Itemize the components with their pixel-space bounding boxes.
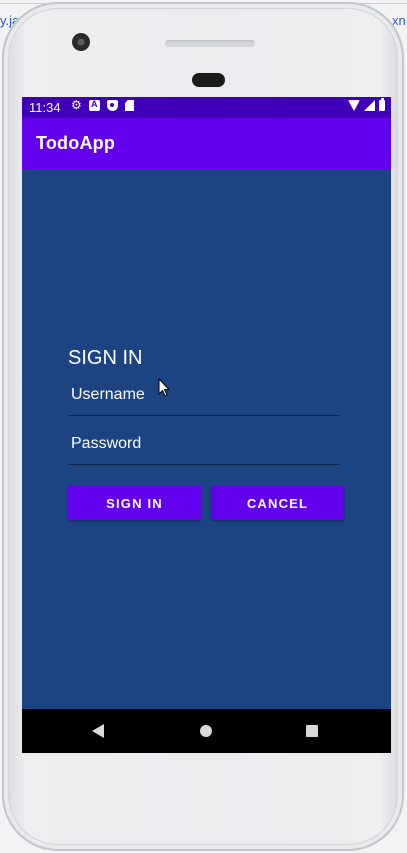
back-icon[interactable]: [92, 724, 104, 738]
home-icon[interactable]: [200, 725, 212, 737]
alert-icon: [89, 99, 100, 111]
cancel-button[interactable]: CANCEL: [211, 486, 344, 520]
app-bar: TodoApp: [22, 118, 391, 169]
signin-heading: SIGN IN: [68, 347, 143, 369]
signal-icon: [364, 100, 375, 111]
username-input[interactable]: [71, 386, 331, 404]
password-field: [68, 430, 340, 465]
proximity-sensor: [192, 73, 225, 87]
mouse-cursor-icon: [158, 378, 170, 397]
system-icons: [348, 98, 385, 111]
username-field: [68, 381, 340, 416]
navigation-bar: [22, 709, 391, 753]
sd-card-icon: [125, 100, 134, 111]
status-bar: 11:34: [22, 97, 391, 118]
app-title: TodoApp: [36, 133, 116, 153]
notification-icons: [71, 98, 134, 112]
wifi-icon: [348, 100, 360, 111]
recents-icon[interactable]: [306, 725, 318, 737]
device-screen: 11:34 TodoApp SIGN IN SIGN IN CANCEL: [22, 97, 391, 753]
signin-button[interactable]: SIGN IN: [68, 486, 201, 520]
gear-icon: [71, 98, 82, 112]
front-camera-icon: [72, 33, 90, 51]
shield-icon: [107, 100, 118, 111]
status-time: 11:34: [29, 100, 61, 115]
battery-icon: [379, 98, 385, 111]
earpiece-speaker: [165, 40, 255, 47]
password-input[interactable]: [71, 435, 331, 453]
